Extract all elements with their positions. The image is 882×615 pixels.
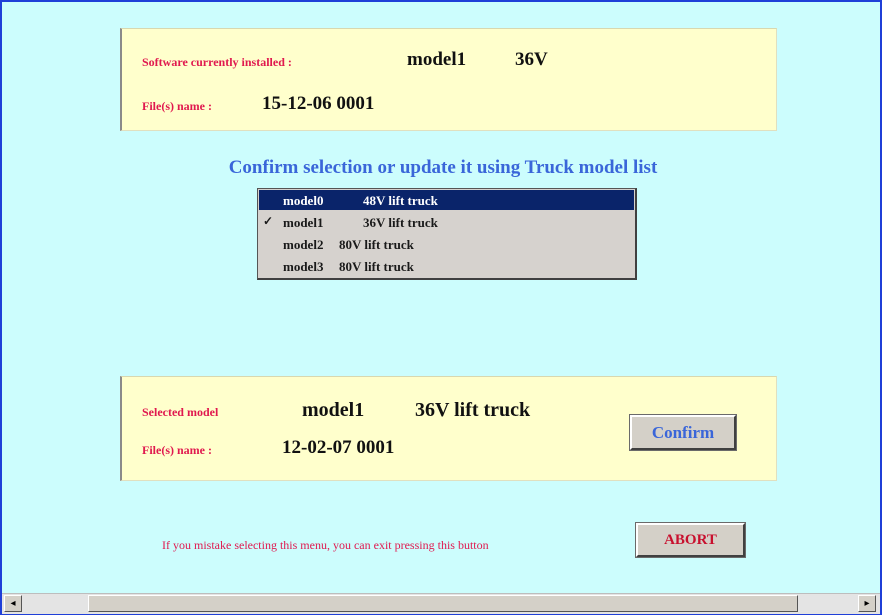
installed-software-panel: Software currently installed : model1 36…: [120, 28, 777, 131]
truck-model-list[interactable]: model0 48V lift truck ✓ model1 36V lift …: [257, 188, 637, 280]
list-item-desc: 36V lift truck: [363, 215, 438, 230]
installed-file-label: File(s) name :: [142, 99, 212, 113]
selected-file-name: 12-02-07 0001: [282, 437, 395, 458]
horizontal-scrollbar[interactable]: ◂ ▸: [2, 593, 880, 614]
list-item-desc: 48V lift truck: [363, 193, 438, 208]
list-item-code: model2: [283, 237, 324, 252]
abort-hint-text: If you mistake selecting this menu, you …: [162, 538, 489, 552]
list-item-desc: 80V lift truck: [339, 237, 414, 252]
selected-model-name: model1: [302, 399, 365, 421]
scroll-left-button[interactable]: ◂: [4, 595, 22, 612]
page-heading: Confirm selection or update it using Tru…: [228, 157, 658, 178]
scrollbar-thumb[interactable]: [88, 595, 798, 612]
selected-model-panel: Selected model model1 36V lift truck Fil…: [120, 376, 777, 481]
list-item-code: model3: [283, 259, 324, 274]
list-item-model0[interactable]: model0 48V lift truck: [259, 190, 634, 210]
scroll-right-button[interactable]: ▸: [858, 595, 876, 612]
selected-model-label: Selected model: [142, 405, 219, 419]
abort-button[interactable]: ABORT: [635, 522, 746, 558]
list-item-model3[interactable]: model3 80V lift truck: [259, 256, 634, 276]
installed-software-label: Software currently installed :: [142, 55, 292, 69]
list-item-code: model1: [283, 215, 324, 230]
check-icon: ✓: [263, 214, 274, 228]
installed-model: model1: [407, 49, 467, 70]
selected-model-description: 36V lift truck: [415, 399, 531, 421]
confirm-button[interactable]: Confirm: [629, 414, 737, 451]
installed-file-name: 15-12-06 0001: [262, 93, 375, 114]
list-item-model2[interactable]: model2 80V lift truck: [259, 234, 634, 254]
list-item-model1[interactable]: ✓ model1 36V lift truck: [259, 212, 634, 232]
list-item-code: model0: [283, 193, 324, 208]
installed-voltage: 36V: [515, 49, 548, 70]
app-window: Software currently installed : model1 36…: [0, 0, 882, 615]
selected-file-label: File(s) name :: [142, 443, 212, 457]
list-item-desc: 80V lift truck: [339, 259, 414, 274]
